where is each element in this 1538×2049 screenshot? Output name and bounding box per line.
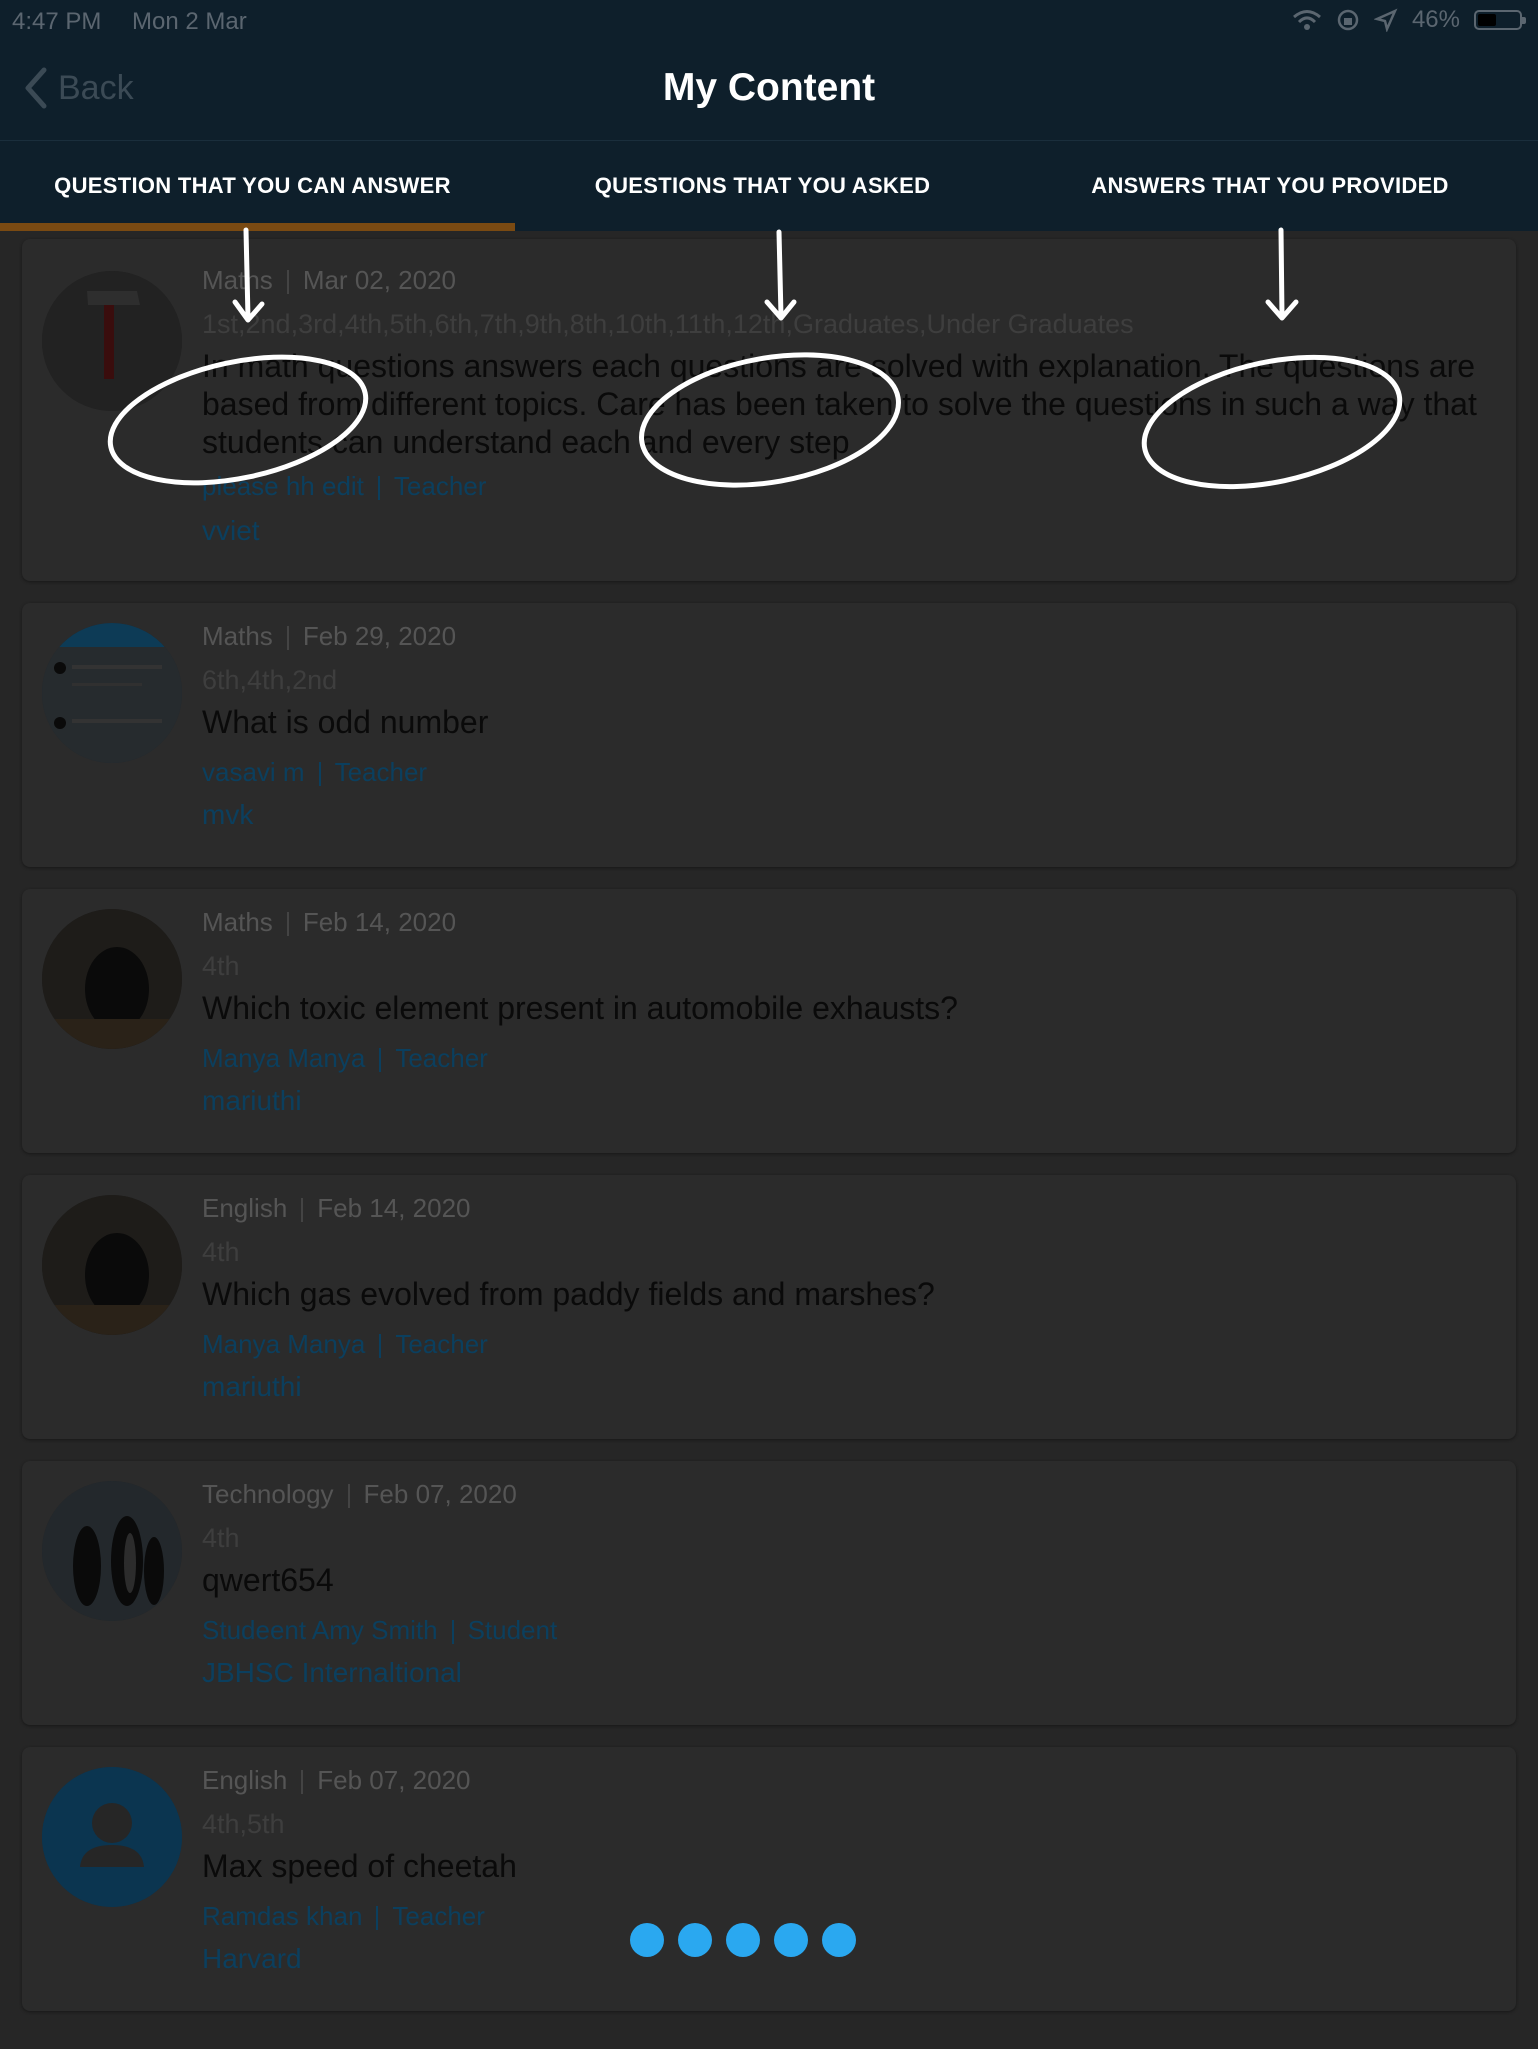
location-icon bbox=[1373, 8, 1398, 32]
author-line: Ramdas khan Teacher bbox=[202, 1901, 485, 1932]
author-line: Manya Manya Teacher bbox=[202, 1329, 488, 1360]
avatar bbox=[42, 909, 182, 1049]
penguins-image bbox=[42, 1481, 182, 1621]
question-text: Max speed of cheetah bbox=[202, 1848, 517, 1884]
author-line: Studeent Amy Smith Student bbox=[202, 1615, 557, 1646]
author-name[interactable]: please hh edit bbox=[202, 471, 364, 501]
loading-indicator bbox=[630, 1923, 856, 1957]
active-tab-indicator bbox=[0, 223, 515, 231]
date-label: Mar 02, 2020 bbox=[302, 265, 457, 295]
subject-label: Maths bbox=[202, 907, 273, 937]
grades-label: 6th,4th,2nd bbox=[202, 665, 338, 695]
question-text: What is odd number bbox=[202, 704, 489, 740]
avatar bbox=[42, 271, 182, 411]
axe-image bbox=[42, 271, 182, 411]
tab-question-you-can-answer[interactable]: QUESTION THAT YOU CAN ANSWER bbox=[0, 141, 505, 231]
question-meta: English Feb 07, 2020 bbox=[202, 1765, 471, 1796]
question-meta: Maths Feb 14, 2020 bbox=[202, 907, 456, 938]
subject-label: English bbox=[202, 1765, 288, 1795]
mouse-image bbox=[42, 1195, 182, 1335]
question-text: qwert654 bbox=[202, 1562, 334, 1598]
grades-label: 4th bbox=[202, 1523, 240, 1553]
default-user-icon bbox=[42, 1767, 182, 1907]
loading-dot bbox=[774, 1923, 808, 1957]
date-label: Feb 29, 2020 bbox=[302, 621, 457, 651]
organization-label: vviet bbox=[202, 515, 260, 546]
avatar bbox=[42, 1481, 182, 1621]
author-role: Teacher bbox=[395, 1043, 488, 1073]
organization-label: JBHSC Internaltional bbox=[202, 1657, 462, 1688]
orientation-lock-icon bbox=[1337, 9, 1359, 31]
subject-label: Maths bbox=[202, 265, 273, 295]
organization-label: mvk bbox=[202, 799, 254, 830]
mouse-image bbox=[42, 909, 182, 1049]
battery-icon bbox=[1474, 10, 1526, 30]
author-line: vasavi m Teacher bbox=[202, 757, 427, 788]
loading-dot bbox=[678, 1923, 712, 1957]
question-card[interactable]: Technology Feb 07, 2020 4th qwert654 Stud… bbox=[22, 1461, 1516, 1725]
author-role: Teacher bbox=[334, 757, 428, 787]
author-role: Teacher bbox=[392, 1901, 485, 1931]
question-text: Which toxic element present in automobil… bbox=[202, 990, 958, 1026]
grades-label: 4th,5th bbox=[202, 1809, 285, 1839]
date-label: Feb 07, 2020 bbox=[363, 1479, 517, 1509]
avatar bbox=[42, 1767, 182, 1907]
organization-label: Harvard bbox=[202, 1943, 302, 1974]
author-role: Student bbox=[467, 1615, 558, 1645]
status-date: Mon 2 Mar bbox=[132, 8, 247, 35]
avatar bbox=[42, 623, 182, 763]
subject-label: Maths bbox=[202, 621, 273, 651]
question-card[interactable]: English Feb 07, 2020 4th,5th Max speed of… bbox=[22, 1747, 1516, 2011]
tab-questions-you-asked[interactable]: QUESTIONS THAT YOU ASKED bbox=[505, 141, 1020, 231]
subject-label: Technology bbox=[202, 1479, 334, 1509]
date-label: Feb 14, 2020 bbox=[302, 907, 457, 937]
grades-label: 1st,2nd,3rd,4th,5th,6th,7th,9th,8th,10th… bbox=[202, 309, 1134, 339]
status-bar: 4:47 PM Mon 2 Mar 46% bbox=[0, 0, 1538, 42]
author-line: please hh edit Teacher bbox=[202, 471, 486, 502]
avatar bbox=[42, 1195, 182, 1335]
author-name[interactable]: vasavi m bbox=[202, 757, 305, 787]
question-meta: Technology Feb 07, 2020 bbox=[202, 1479, 517, 1510]
organization-label: mariuthi bbox=[202, 1085, 302, 1116]
nav-bar: Back My Content bbox=[0, 42, 1538, 141]
tab-answers-you-provided[interactable]: ANSWERS THAT YOU PROVIDED bbox=[1020, 141, 1520, 231]
loading-dot bbox=[630, 1923, 664, 1957]
organization-label: mariuthi bbox=[202, 1371, 302, 1402]
author-name[interactable]: Manya Manya bbox=[202, 1329, 365, 1359]
author-line: Manya Manya Teacher bbox=[202, 1043, 488, 1074]
question-text: Which gas evolved from paddy fields and … bbox=[202, 1276, 935, 1312]
status-time: 4:47 PM bbox=[12, 8, 102, 35]
author-role: Teacher bbox=[395, 1329, 488, 1359]
grades-label: 4th bbox=[202, 1237, 240, 1267]
date-label: Feb 07, 2020 bbox=[317, 1765, 471, 1795]
question-meta: English Feb 14, 2020 bbox=[202, 1193, 471, 1224]
subject-label: English bbox=[202, 1193, 288, 1223]
loading-dot bbox=[726, 1923, 760, 1957]
question-text: In math questions answers each questions… bbox=[202, 348, 1477, 460]
question-meta: Maths Mar 02, 2020 bbox=[202, 265, 456, 296]
wifi-icon bbox=[1292, 10, 1321, 30]
question-card[interactable]: Maths Feb 29, 2020 6th,4th,2nd What is od… bbox=[22, 603, 1516, 867]
grades-label: 4th bbox=[202, 951, 240, 981]
date-label: Feb 14, 2020 bbox=[317, 1193, 471, 1223]
tab-bar: QUESTION THAT YOU CAN ANSWER QUESTIONS T… bbox=[0, 141, 1538, 231]
battery-percent: 46% bbox=[1411, 6, 1460, 33]
author-name[interactable]: Studeent Amy Smith bbox=[202, 1615, 438, 1645]
screenshot-thumbnail-image bbox=[42, 623, 182, 763]
author-name[interactable]: Ramdas khan bbox=[202, 1901, 362, 1931]
question-meta: Maths Feb 29, 2020 bbox=[202, 621, 456, 652]
question-card[interactable]: Maths Mar 02, 2020 1st,2nd,3rd,4th,5th,6t… bbox=[22, 239, 1516, 581]
page-title: My Content bbox=[662, 66, 876, 109]
question-card[interactable]: English Feb 14, 2020 4th Which gas evolve… bbox=[22, 1175, 1516, 1439]
question-card[interactable]: Maths Feb 14, 2020 4th Which toxic elemen… bbox=[22, 889, 1516, 1153]
author-role: Teacher bbox=[393, 471, 487, 501]
loading-dot bbox=[822, 1923, 856, 1957]
status-icons: 46% bbox=[1292, 6, 1526, 34]
author-name[interactable]: Manya Manya bbox=[202, 1043, 365, 1073]
